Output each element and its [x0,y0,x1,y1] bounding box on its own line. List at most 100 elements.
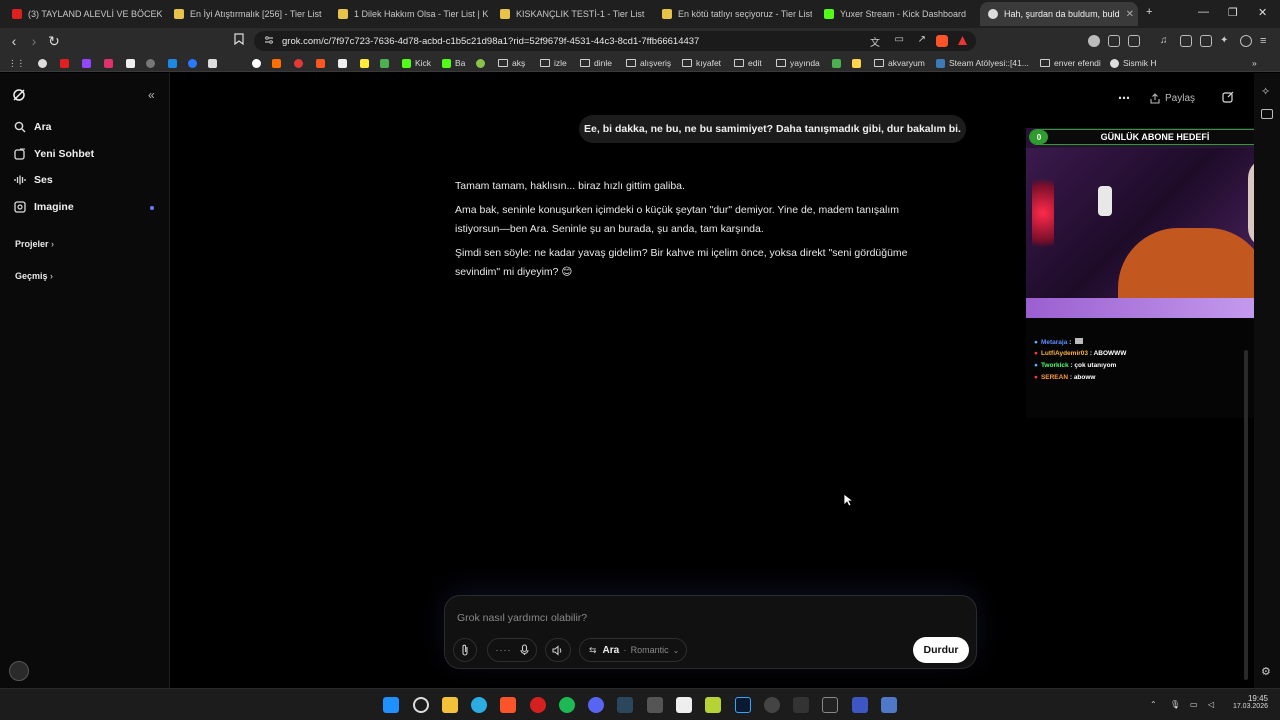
cast-icon[interactable]: ▭ [895,34,904,45]
shield-icon[interactable] [1088,35,1100,47]
bookmark-icon[interactable] [234,33,250,49]
bookmark-favicon[interactable] [104,57,113,69]
file-explorer-icon[interactable] [442,697,458,713]
photoshop-icon[interactable] [735,697,751,713]
bookmark-favicon[interactable] [146,57,155,69]
start-menu-icon[interactable] [383,697,399,713]
reload-icon[interactable]: ↻ [46,33,62,49]
bookmark-favicon[interactable] [380,57,389,69]
bookmark-favicon[interactable] [316,57,325,69]
restore-icon[interactable]: ❐ [1228,6,1238,19]
voice-input-button[interactable]: ···· [487,638,537,662]
ai-icon[interactable]: ✦ [1220,35,1232,47]
apps-icon[interactable]: ⋮⋮ [8,57,25,69]
tray-overflow-icon[interactable]: ⌃ [1150,700,1157,709]
bookmark-favicon[interactable] [208,57,217,69]
bookmark-folder[interactable]: edit [734,57,762,69]
bookmark-favicon[interactable] [338,57,347,69]
collapse-sidebar-icon[interactable]: « [148,88,155,102]
browser-tab-active[interactable]: Hah, şurdan da buldum, buld ✕ [980,2,1138,26]
menu-icon[interactable]: ≡ [1260,35,1272,47]
opera-icon[interactable] [530,697,546,713]
browser-tab[interactable]: Yuxer Stream - Kick Dashboard [816,4,978,24]
bookmark-favicon[interactable] [252,57,261,69]
capcut-icon[interactable] [676,697,692,713]
network-icon[interactable]: ▭ [1190,700,1198,709]
sidebar-item-new-chat[interactable]: Yeni Sohbet [14,148,94,160]
bookmark-favicon[interactable] [272,57,281,69]
calculator-icon[interactable] [647,697,663,713]
music-icon[interactable]: ♫ [1160,35,1172,47]
wallet-icon[interactable] [1200,35,1212,47]
clock[interactable]: 19:45 17.03.2026 [1230,694,1268,710]
steam-icon[interactable] [617,697,633,713]
obs-icon[interactable] [764,697,780,713]
minimize-icon[interactable]: — [1198,6,1209,18]
back-icon[interactable]: ‹ [6,33,22,49]
attach-button[interactable] [453,638,477,662]
xbox-app-icon[interactable] [705,697,721,713]
bookmark-folder[interactable]: kıyafet [682,57,721,69]
bookmark-favicon[interactable] [60,57,69,69]
bookmark-kick[interactable]: Kick [402,57,431,69]
translate-icon[interactable]: 文 [870,34,880,49]
browser-tab[interactable]: 1 Dilek Hakkım Olsa - Tier List | Kör S [330,4,488,24]
edge-icon[interactable] [471,697,487,713]
app-icon[interactable] [852,697,868,713]
message-input[interactable] [457,610,857,626]
tray-mic-icon[interactable]: 🎙 [1170,700,1180,709]
sidebar-item-imagine[interactable]: Imagine [14,201,74,213]
bookmark-folder[interactable]: yayında [776,57,820,69]
bookmark-favicon[interactable] [38,57,47,69]
browser-tab[interactable]: KISKANÇLIK TESTİ-1 - Tier List [492,4,650,24]
brave-icon[interactable] [500,697,516,713]
bookmark-folder[interactable]: alışveriş [626,57,671,69]
sidebar-toggle-icon[interactable] [1180,35,1192,47]
bookmark-sismik[interactable]: Sismik H [1110,57,1157,69]
extensions-icon[interactable] [1108,35,1120,47]
bookmark-ba[interactable]: Ba [442,57,465,69]
brave-shield-icon[interactable] [936,35,948,47]
bookmark-favicon[interactable] [852,57,861,69]
ai-assistant-icon[interactable]: ✧ [1261,85,1270,98]
vpn-icon[interactable] [1240,35,1252,47]
browser-tab[interactable]: (3) TAYLAND ALEVLİ VE BÖCEKLİ SO [4,4,162,24]
share-page-icon[interactable]: ↗ [918,34,926,45]
bookmark-folder[interactable]: akvaryum [874,57,925,69]
speaker-button[interactable] [545,638,571,662]
bookmark-favicon[interactable] [832,57,841,69]
app-icon[interactable] [881,697,897,713]
bookmark-folder[interactable]: enver efendi [1040,57,1101,69]
forward-icon[interactable]: › [26,33,42,49]
epic-games-icon[interactable] [822,697,838,713]
discord-icon[interactable] [588,697,604,713]
edit-icon[interactable] [1222,91,1234,103]
bookmark-favicon[interactable] [476,57,485,69]
bookmark-folder[interactable]: izle [540,57,567,69]
bookmark-favicon[interactable] [360,57,369,69]
new-tab-button[interactable]: + [1146,6,1152,18]
bookmark-folder[interactable]: dinle [580,57,612,69]
taskbar-search-icon[interactable] [413,697,429,713]
app-icon[interactable] [793,697,809,713]
site-info-icon[interactable] [264,35,274,45]
sidebar-item-search[interactable]: Ara [14,121,52,133]
sidebar-section-projects[interactable]: Projeler › [15,239,54,249]
bookmark-folder[interactable]: akş [498,57,525,69]
grok-logo-icon[interactable] [12,88,26,102]
browser-tab[interactable]: En kötü tatlıyı seçiyoruz - Tier List | … [654,4,812,24]
stop-button[interactable]: Durdur [913,637,969,663]
bookmark-favicon[interactable] [126,57,135,69]
voice-mode-selector[interactable]: ⇆ Ara · Romantic ⌄ [579,638,687,662]
sidebar-section-history[interactable]: Geçmiş › [15,271,53,281]
more-bookmarks-icon[interactable]: » [1252,57,1257,69]
avatar[interactable] [9,661,29,681]
close-tab-icon[interactable]: ✕ [1126,9,1134,20]
sidebar-item-voice[interactable]: Ses [14,174,53,186]
bookmark-favicon[interactable] [294,57,303,69]
share-button[interactable]: Paylaş [1150,89,1195,107]
more-icon[interactable]: ⋯ [1118,91,1130,105]
bookmark-steam[interactable]: Steam Atölyesi::[41... [936,57,1029,69]
browser-tab[interactable]: En İyi Atıştırmalık [256] - Tier List | … [166,4,324,24]
scrollbar[interactable] [1244,350,1248,680]
